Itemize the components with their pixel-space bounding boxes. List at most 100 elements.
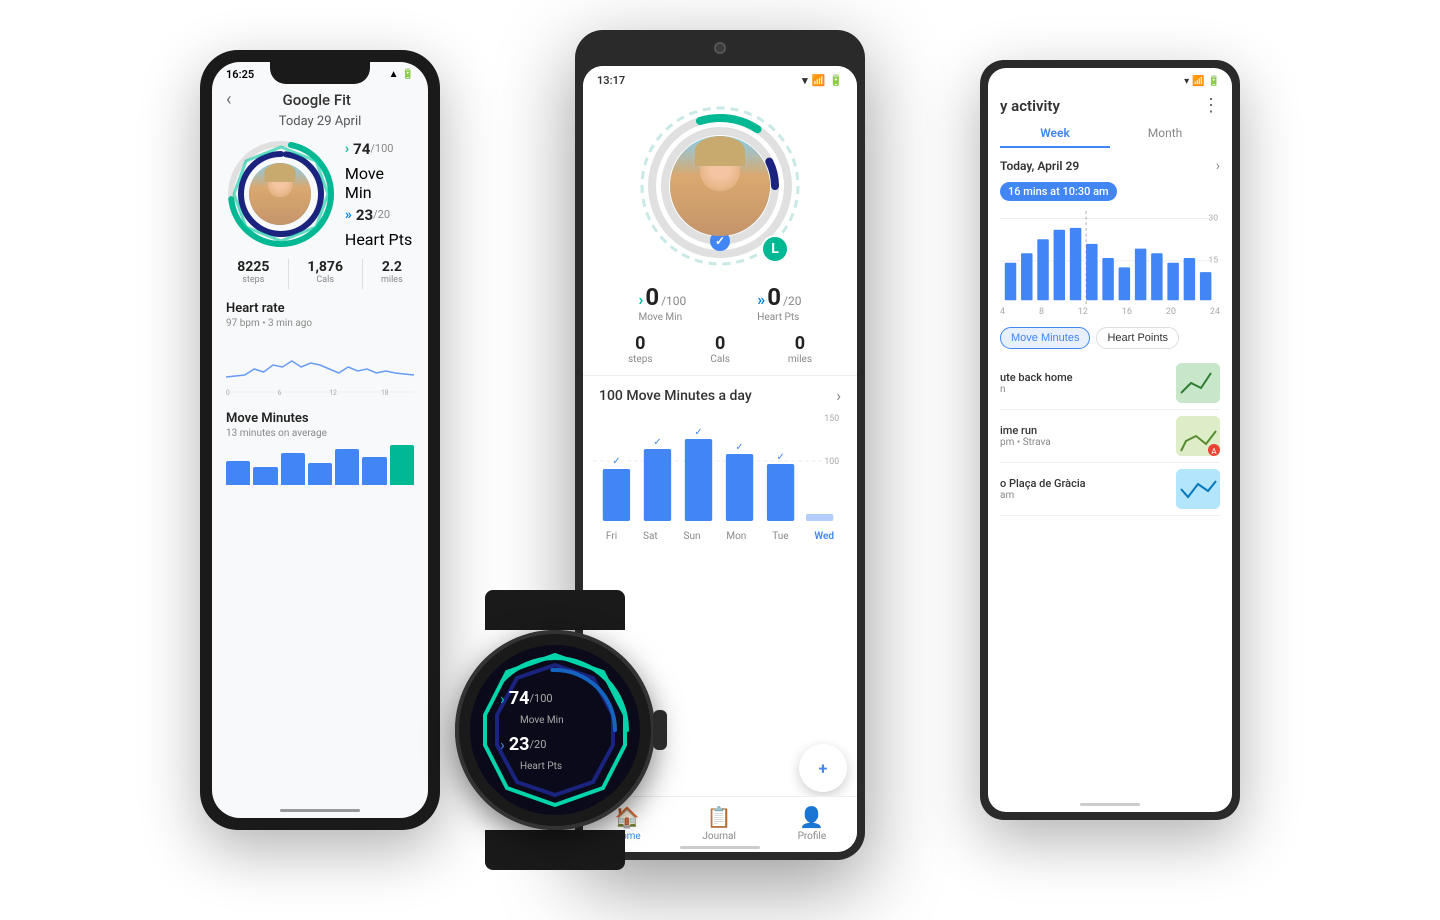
battery-icon: 🔋 [829,74,843,87]
day-sat: Sat [643,531,658,542]
iphone-ring-section: › 74 /100 Move Min » 23 /20 Heart Pts [226,139,414,249]
move-min-label: Move Min [345,164,414,202]
svg-text:12: 12 [329,389,337,397]
android-move-label: Move Min [638,312,686,323]
miles-value: 2.2 [381,259,403,275]
activity-name-1: ute back home [1000,371,1176,384]
watch-heart-label: Heart Pts [520,761,610,772]
nav-profile[interactable]: 👤 Profile [798,805,827,842]
journal-icon: 📋 [707,805,732,829]
android-bar-chart: 150 100 ✓ ✓ ✓ ✓ [583,409,857,529]
heart-rate-value: 97 bpm • 3 min ago [226,318,414,329]
signal-icon: 📶 [812,74,826,87]
android-cals-value: 0 [710,333,730,354]
android-stats-row: › 0 /100 Move Min » 0 /20 Heart Pts [583,277,857,329]
iphone-device: 16:25 ▲ 🔋 ‹ Google Fit Today 29 April [200,50,440,830]
day-mon: Mon [726,531,746,542]
watch-crown [653,710,667,750]
android-cals-stat: 0 Cals [710,333,730,365]
cals-label: Cals [307,275,343,285]
watch-heart-total: /20 [529,738,546,751]
android-avatar [670,136,770,236]
activity-detail-3: am [1000,490,1176,501]
nav-journal[interactable]: 📋 Journal [702,805,736,842]
watch-heart-value: 23 [509,734,530,755]
heart-pts-total: /20 [373,208,390,221]
activity-name-2: ime run [1000,424,1176,437]
right-tabs: Week Month [988,120,1232,148]
move-minutes-sub: 13 minutes on average [226,428,414,439]
miles-label: miles [381,275,403,285]
svg-text:✓: ✓ [694,427,702,438]
iphone-bar-chart [226,445,414,485]
right-status-bar: ▾ 📶 🔋 [988,68,1232,91]
android-miles-value: 0 [788,333,812,354]
steps-stat: 8225 steps [237,259,269,289]
android-miles-label: miles [788,354,812,365]
watch-band-bottom [485,830,625,870]
iphone-time: 16:25 [226,68,254,81]
move-minutes-title: Move Minutes [226,411,414,426]
iphone-app-title: Google Fit [239,91,394,109]
activity-name-3: o Plaça de Gràcia [1000,477,1176,490]
heart-rate-title: Heart rate [226,301,414,316]
watch-move-value: 74 [509,688,530,709]
watch-move-stat: › 74 /100 [500,688,610,709]
iphone-screen: 16:25 ▲ 🔋 ‹ Google Fit Today 29 April [212,62,428,818]
day-wed: Wed [814,531,834,542]
android-cals-label: Cals [710,354,730,365]
tab-month[interactable]: Month [1110,120,1220,148]
signal-icon: ▲ [389,69,399,80]
move-min-value: 74 [353,140,370,158]
fab-button[interactable]: + [799,744,847,792]
iphone-content: ‹ Google Fit Today 29 April [212,81,428,493]
chart-expand-arrow[interactable]: › [836,386,841,405]
svg-text:150: 150 [824,414,839,424]
right-app-title: y activity [1000,97,1060,115]
filter-heart-points[interactable]: Heart Points [1096,327,1179,349]
activity-item-1: ute back home n [1000,357,1220,410]
watch-band-top [485,590,625,630]
watch-move-label: Move Min [520,715,610,726]
right-date: Today, April 29 [1000,159,1079,173]
activity-info-2: ime run pm • Strava [1000,424,1176,448]
right-wifi-icon: ▾ [1184,76,1189,87]
svg-text:✓: ✓ [776,452,784,463]
heart-rate-chart: 0 6 12 18 [226,337,414,397]
devices-container: 16:25 ▲ 🔋 ‹ Google Fit Today 29 April [170,30,1270,890]
android-heart-total: /20 [783,294,801,308]
right-bar-chart: 30 15 [988,205,1232,305]
more-options-icon[interactable]: ⋮ [1202,95,1220,116]
android-move-total: /100 [661,294,686,308]
iphone-bottom-stats: 8225 steps 1,876 Cals 2.2 miles [226,259,414,289]
svg-text:✓: ✓ [715,234,725,248]
move-arrow-icon: › [345,141,349,157]
iphone-avatar [249,163,311,225]
right-activity-list: ute back home n ime run pm • Strava [988,357,1232,516]
day-sun: Sun [684,531,701,542]
android-chart-title: 100 Move Minutes a day [599,388,752,404]
date-chevron-icon[interactable]: › [1216,158,1220,174]
svg-text:A: A [1211,447,1217,456]
activity-item-3: o Plaça de Gràcia am [1000,463,1220,516]
android-time: 13:17 [597,74,625,87]
android-right-device: ▾ 📶 🔋 y activity ⋮ Week Month Today, Apr… [980,60,1240,820]
watch-stats: › 74 /100 Move Min › 23 /20 Heart Pts [500,688,610,772]
activity-map-1 [1176,363,1220,403]
android-miles-stat: 0 miles [788,333,812,365]
android-steps-label: steps [628,354,653,365]
svg-text:6: 6 [278,389,282,397]
iphone-ring [226,139,335,249]
filter-move-minutes[interactable]: Move Minutes [1000,327,1090,349]
android-steps-row: 0 steps 0 Cals 0 miles [583,329,857,376]
activity-map-3 [1176,469,1220,509]
back-button[interactable]: ‹ [226,89,231,110]
activity-info-1: ute back home n [1000,371,1176,395]
heart-pts-label: Heart Pts [345,230,414,249]
iphone-home-indicator [280,809,360,812]
tab-week[interactable]: Week [1000,120,1110,148]
android-ring-section: ✓ L [583,91,857,277]
right-signal-icon: 📶 [1192,76,1204,87]
day-tue: Tue [772,531,788,542]
android-ring: ✓ L [635,101,805,271]
